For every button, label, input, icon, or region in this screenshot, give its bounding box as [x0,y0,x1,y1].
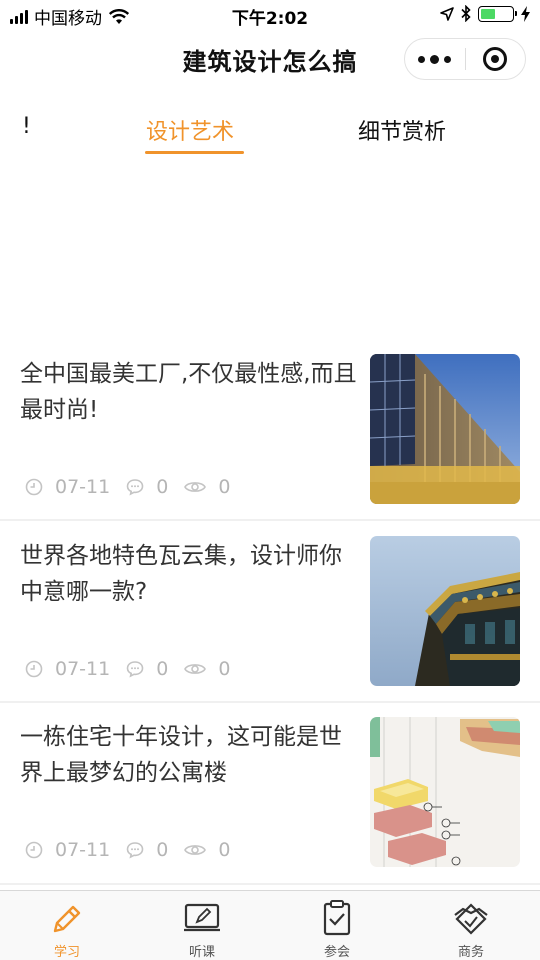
presentation-icon [184,903,220,932]
article-view-count: 0 [218,476,231,498]
battery-icon [478,5,517,22]
tab-bar-label: 商务 [457,945,484,960]
clock-icon [25,660,43,678]
article-divider [0,519,540,521]
article-thumbnail-diagram [370,717,520,867]
article-date: 07-11 [55,839,111,861]
close-target-icon [483,47,508,71]
article-meta: 07-11 0 0 [25,839,246,861]
pencil-icon [53,905,81,933]
tab-bar-item-lecture[interactable]: 听课 [157,899,247,960]
tab-design-art[interactable]: 设计艺术 [146,114,234,146]
checklist-icon [323,900,351,936]
charging-bolt-icon [521,5,530,22]
article-divider [0,701,540,703]
bluetooth-icon [461,5,471,22]
comment-icon [126,479,144,496]
article-comment-count: 0 [156,658,169,680]
tab-partial[interactable]: ! [22,114,31,139]
handshake-icon [454,903,488,935]
bottom-tab-bar: 学习 听课 参会 商务 [0,890,540,960]
close-button[interactable] [465,39,525,79]
comment-icon [126,661,144,678]
more-menu-button[interactable] [405,39,465,79]
article-meta: 07-11 0 0 [25,476,246,498]
article-view-count: 0 [218,658,231,680]
article-divider [0,883,540,885]
comment-icon [126,842,144,859]
nav-bar: 建筑设计怎么搞 [0,30,540,90]
eye-icon [184,845,207,855]
clock-icon [25,478,43,496]
article-date: 07-11 [55,476,111,498]
eye-icon [184,482,207,492]
tab-bar-item-study[interactable]: 学习 [22,899,112,960]
mini-program-capsule [404,38,526,80]
article-meta: 07-11 0 0 [25,658,246,680]
eye-icon [184,664,207,674]
article-thumbnail-roof [370,536,520,686]
article-item[interactable]: 世界各地特色瓦云集，设计师你中意哪一款? 07-11 0 0 [0,536,540,718]
tab-bar-label: 参会 [323,945,350,960]
tab-bar-item-conference[interactable]: 参会 [292,899,382,960]
status-right [440,5,530,22]
tab-bar-label: 听课 [188,945,215,960]
category-tabs: ! 设计艺术 细节赏析 [0,110,540,160]
article-title: 一栋住宅十年设计，这可能是世界上最梦幻的公寓楼 [20,724,342,786]
location-arrow-icon [440,6,454,21]
article-thumbnail-factory [370,354,520,504]
article-item[interactable]: 全中国最美工厂,不仅最性感,而且最时尚! 07-11 0 0 [0,354,540,536]
article-title: 全中国最美工厂,不仅最性感,而且最时尚! [20,361,357,423]
article-comment-count: 0 [156,476,169,498]
article-view-count: 0 [218,839,231,861]
active-tab-indicator [145,151,244,154]
tab-bar-item-business[interactable]: 商务 [426,899,516,960]
tab-detail-appreciation[interactable]: 细节赏析 [358,114,446,146]
clock-icon [25,841,43,859]
article-date: 07-11 [55,658,111,680]
status-bar: 中国移动 下午2:02 [0,0,540,30]
tab-bar-label: 学习 [53,945,80,960]
article-title: 世界各地特色瓦云集，设计师你中意哪一款? [20,543,342,605]
article-comment-count: 0 [156,839,169,861]
article-item[interactable]: 一栋住宅十年设计，这可能是世界上最梦幻的公寓楼 07-11 0 0 [0,717,540,899]
